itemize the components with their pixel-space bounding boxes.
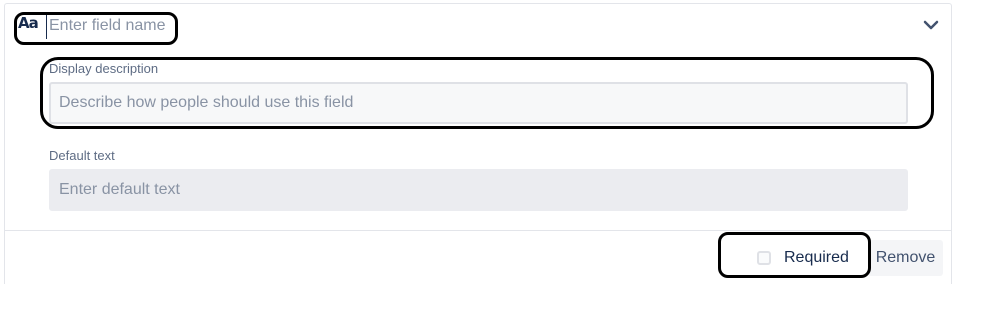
default-text-input[interactable]: [49, 169, 908, 211]
footer-divider: [4, 230, 952, 231]
default-text-label: Default text: [49, 148, 115, 163]
text-field-type-icon: Aa: [18, 14, 39, 32]
chevron-down-icon: [923, 20, 939, 30]
collapse-button[interactable]: [920, 15, 942, 35]
field-name-input[interactable]: [46, 13, 174, 39]
display-description-label: Display description: [49, 61, 159, 76]
field-card: [4, 3, 952, 284]
remove-button[interactable]: Remove: [868, 240, 943, 276]
display-description-input[interactable]: [49, 82, 908, 124]
required-label: Required: [784, 249, 849, 266]
required-checkbox[interactable]: [757, 251, 771, 265]
required-checkbox-row[interactable]: Required: [752, 246, 849, 270]
